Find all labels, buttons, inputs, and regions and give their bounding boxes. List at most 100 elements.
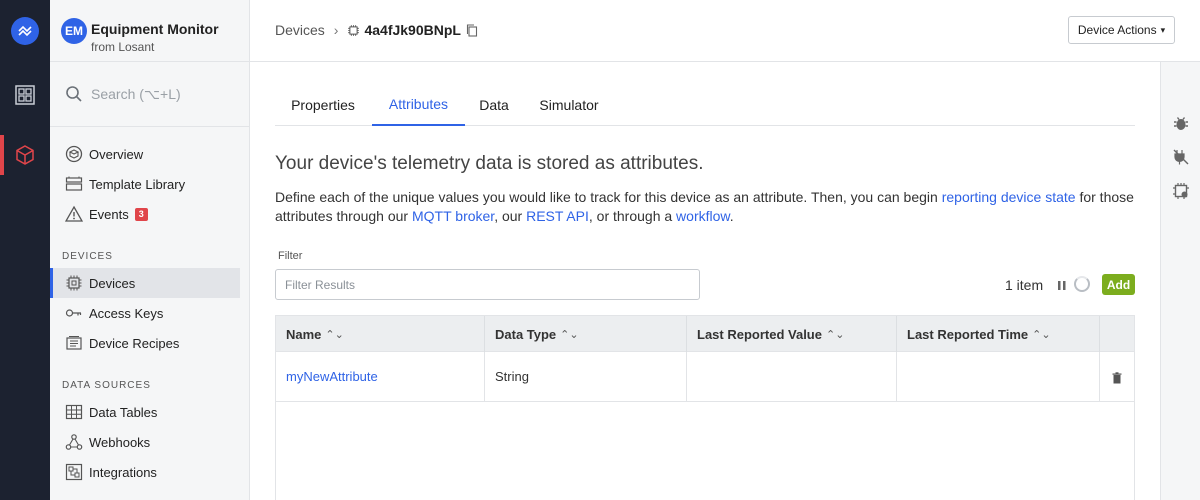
workflow-link[interactable]: workflow [676, 208, 730, 224]
sidebar-item-label: Device Recipes [89, 335, 180, 351]
desc-text: , our [494, 208, 527, 224]
device-chip-icon [348, 24, 360, 36]
application-cube-icon[interactable] [13, 143, 37, 167]
attribute-name-link[interactable]: myNewAttribute [286, 369, 378, 384]
plug-disconnect-icon[interactable] [1172, 148, 1190, 166]
sidebar-item-label: Data Tables [89, 404, 158, 420]
events-count-badge: 3 [134, 207, 148, 221]
device-settings-icon[interactable] [1172, 182, 1190, 200]
page-heading: Your device's telemetry data is stored a… [275, 153, 704, 174]
sidebar-item-events[interactable]: Events 3 [50, 199, 240, 229]
losant-logo-icon[interactable] [11, 17, 39, 45]
table-header: Name ⌃⌄ Data Type ⌃⌄ Last Reported Value ⌃⌄… [276, 316, 1134, 352]
tab-attributes[interactable]: Attributes [372, 84, 465, 126]
column-header-last-reported-time[interactable]: Last Reported Time ⌃⌄ [897, 316, 1100, 352]
app-avatar: EM [61, 18, 87, 44]
sidebar-item-devices[interactable]: Devices [50, 268, 240, 298]
app-subtitle: from Losant [91, 40, 155, 54]
add-attribute-button[interactable]: Add [1102, 274, 1135, 295]
sidebar-item-label: Devices [89, 275, 136, 291]
desc-text: Define each of the unique values you wou… [275, 189, 942, 205]
section-label-devices: DEVICES [62, 251, 113, 262]
integrations-icon [65, 463, 83, 481]
cell-data-type: String [485, 352, 687, 401]
column-label: Last Reported Value [697, 326, 822, 342]
debug-bug-icon[interactable] [1172, 114, 1190, 132]
delete-trash-icon[interactable] [1112, 372, 1122, 384]
sidebar-item-label: Overview [89, 146, 144, 162]
column-header-name[interactable]: Name ⌃⌄ [276, 316, 485, 352]
sort-icon: ⌃⌄ [325, 328, 344, 341]
tab-properties[interactable]: Properties [275, 84, 371, 126]
app-rail [0, 0, 50, 500]
dashboard-icon[interactable] [13, 83, 37, 107]
sidebar-item-device-recipes[interactable]: Device Recipes [50, 328, 240, 358]
overview-icon [65, 145, 83, 163]
sidebar-item-label: Access Keys [89, 305, 164, 321]
pause-icon[interactable] [1057, 280, 1067, 291]
chevron-down-icon: ▾ [1160, 24, 1166, 35]
sidebar-item-label: Template Library [89, 176, 186, 192]
sidebar-item-template-library[interactable]: Template Library [50, 169, 240, 199]
table-icon [65, 403, 83, 421]
loading-spinner-icon [1074, 276, 1090, 292]
template-library-icon [65, 175, 83, 193]
main-content: Properties Attributes Data Simulator You… [275, 62, 1135, 500]
sidebar-item-label: Webhooks [89, 434, 151, 450]
column-label: Name [286, 326, 322, 342]
device-id: 4a4fJk90BNpL [364, 22, 461, 38]
attributes-description: Define each of the unique values you wou… [275, 188, 1135, 226]
section-label-data-sources: DATA SOURCES [62, 380, 151, 391]
application-header[interactable]: EM Equipment Monitor from Losant [50, 0, 249, 62]
desc-text: . [729, 208, 734, 224]
tab-data[interactable]: Data [471, 84, 517, 126]
cell-last-reported-time [897, 352, 1100, 401]
copy-icon[interactable] [466, 23, 478, 37]
sidebar-item-label: Events [89, 206, 129, 222]
mqtt-broker-link[interactable]: MQTT broker [412, 208, 494, 224]
item-count: 1 item [1005, 277, 1044, 293]
cell-name: myNewAttribute [276, 352, 485, 401]
webhook-icon [65, 433, 83, 451]
device-actions-button[interactable]: Device Actions ▾ [1068, 16, 1175, 44]
sidebar-item-overview[interactable]: Overview [50, 139, 240, 169]
cell-last-reported-value [687, 352, 897, 401]
rail-active-indicator [0, 135, 4, 175]
device-chip-icon [65, 274, 83, 292]
breadcrumb-devices-link[interactable]: Devices [275, 22, 325, 38]
sidebar: EM Equipment Monitor from Losant Search … [50, 0, 250, 500]
sort-icon: ⌃⌄ [825, 328, 845, 341]
app-title: Equipment Monitor [91, 21, 219, 37]
right-toolbar [1160, 62, 1200, 500]
warning-icon [65, 205, 83, 223]
sort-icon: ⌃⌄ [1032, 328, 1051, 341]
table-row: myNewAttribute String [276, 352, 1134, 402]
breadcrumb-separator: › [333, 22, 339, 38]
reporting-device-state-link[interactable]: reporting device state [942, 189, 1076, 205]
sidebar-item-label: Integrations [89, 464, 157, 480]
filter-label: Filter [278, 250, 303, 262]
sidebar-item-access-keys[interactable]: Access Keys [50, 298, 240, 328]
column-label: Last Reported Time [907, 326, 1029, 342]
key-icon [65, 304, 83, 322]
search-icon [66, 86, 82, 102]
desc-text: , or through a [588, 208, 677, 224]
sort-icon: ⌃⌄ [560, 328, 579, 341]
search-box[interactable]: Search (⌥+L) [50, 63, 249, 127]
column-header-last-reported-value[interactable]: Last Reported Value ⌃⌄ [687, 316, 897, 352]
filter-input[interactable] [275, 269, 700, 300]
search-placeholder: Search (⌥+L) [91, 86, 181, 102]
column-label: Data Type [495, 326, 557, 342]
sidebar-item-webhooks[interactable]: Webhooks [50, 427, 240, 457]
sidebar-item-integrations[interactable]: Integrations [50, 457, 240, 487]
device-actions-label: Device Actions [1077, 23, 1157, 37]
page-header: Devices › 4a4fJk90BNpL Device Actions ▾ [250, 0, 1200, 62]
breadcrumb: Devices › 4a4fJk90BNpL [275, 22, 478, 38]
rest-api-link[interactable]: REST API [526, 208, 589, 224]
column-header-data-type[interactable]: Data Type ⌃⌄ [485, 316, 687, 352]
tab-bar: Properties Attributes Data Simulator [275, 84, 1135, 126]
sidebar-item-data-tables[interactable]: Data Tables [50, 397, 240, 427]
attributes-table: Name ⌃⌄ Data Type ⌃⌄ Last Reported Value ⌃⌄… [275, 315, 1135, 500]
tab-simulator[interactable]: Simulator [531, 84, 607, 126]
recipe-icon [65, 334, 83, 352]
